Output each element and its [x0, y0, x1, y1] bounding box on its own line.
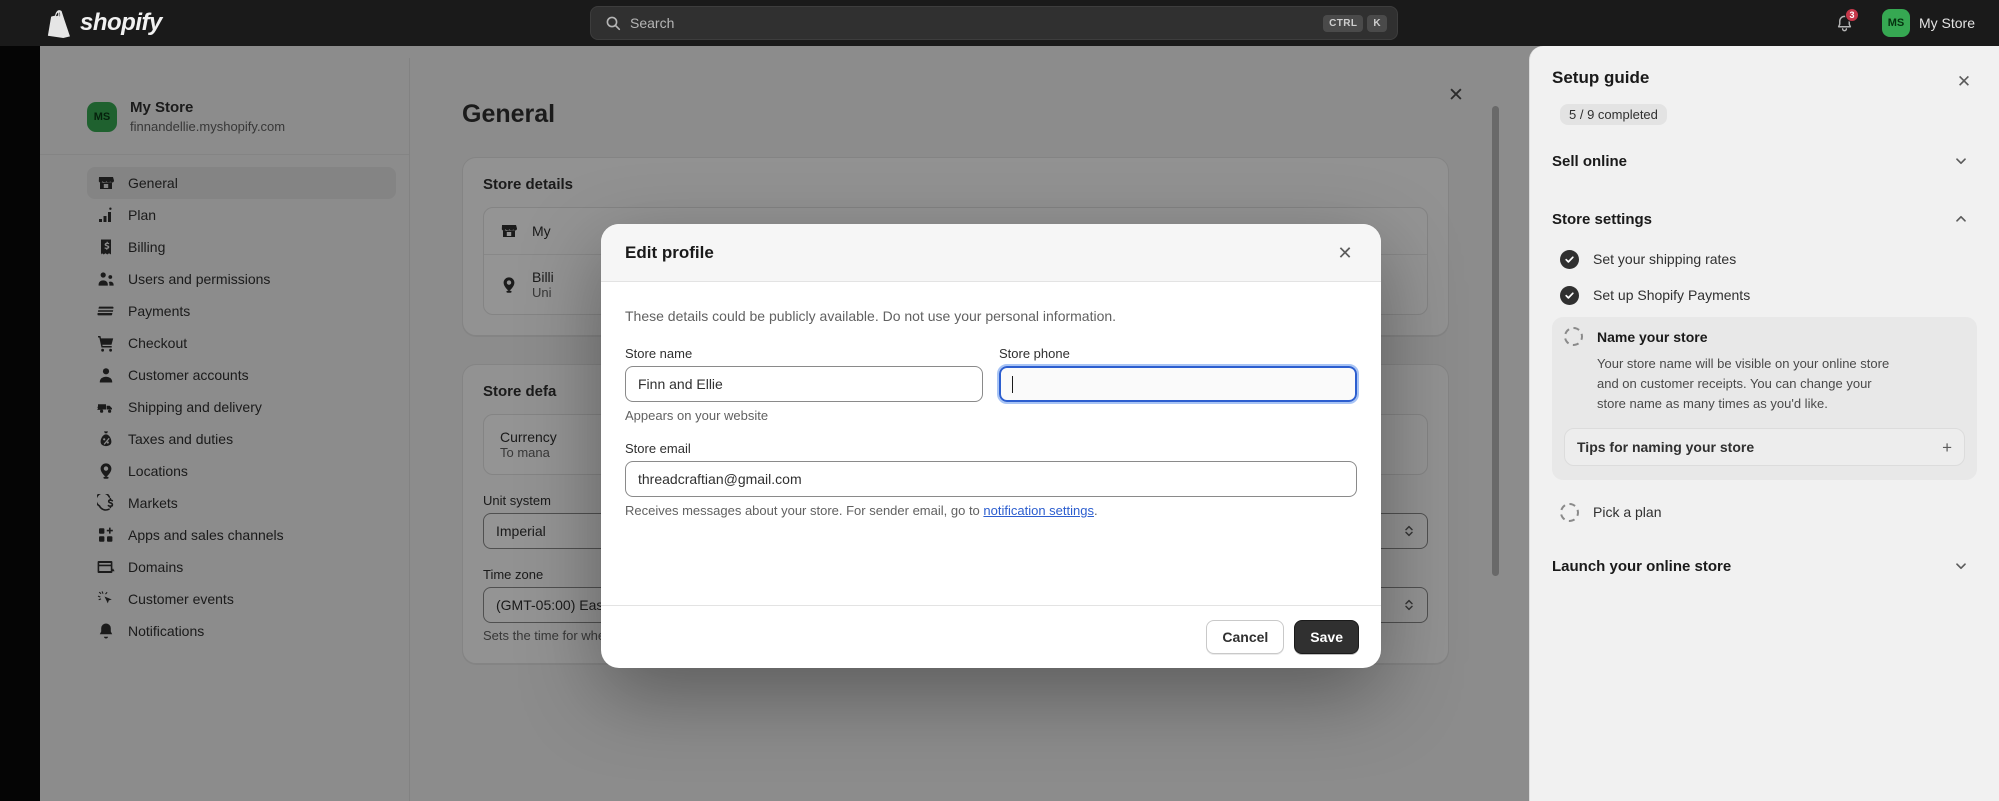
chevron-down-icon [1956, 563, 1966, 570]
store-email-label: Store email [625, 441, 691, 456]
section-label: Launch your online store [1552, 557, 1732, 575]
cancel-button[interactable]: Cancel [1206, 620, 1285, 654]
account-menu-button[interactable]: MS My Store [1874, 5, 1983, 41]
setup-guide-section-store-settings[interactable]: Store settings [1552, 197, 1977, 241]
dashed-circle-icon [1564, 327, 1583, 346]
top-navigation-bar: shopify Search CTRL K 3 MS My Store [0, 0, 1999, 46]
tips-label: Tips for naming your store [1577, 439, 1755, 456]
setup-task-shopify-payments[interactable]: Set up Shopify Payments [1552, 277, 1977, 313]
setup-guide-header: Setup guide ✕ [1552, 68, 1977, 94]
setup-guide-panel: Setup guide ✕ 5 / 9 completed Sell onlin… [1529, 46, 1999, 801]
store-name-value: Finn and Ellie [638, 376, 723, 392]
modal-body: These details could be publicly availabl… [601, 282, 1381, 605]
account-name: My Store [1918, 15, 1975, 31]
section-label: Sell online [1552, 152, 1628, 170]
check-circle-icon [1560, 249, 1579, 269]
modal-note: These details could be publicly availabl… [625, 308, 1117, 324]
search-shortcut-key: K [1367, 14, 1387, 32]
task-label: Set your shipping rates [1593, 251, 1737, 267]
plus-icon: + [1942, 437, 1952, 457]
task-label: Set up Shopify Payments [1593, 287, 1751, 303]
task-description: Your store name will be visible on your … [1597, 356, 1890, 412]
setup-guide-title: Setup guide [1552, 68, 1650, 87]
check-circle-icon [1560, 285, 1579, 305]
shopify-logo[interactable]: shopify [44, 9, 162, 38]
setup-task-name-your-store[interactable]: Name your store Your store name will be … [1552, 317, 1977, 481]
save-button[interactable]: Save [1294, 620, 1359, 654]
setup-task-pick-a-plan[interactable]: Pick a plan [1552, 494, 1977, 530]
chevron-up-icon [1956, 215, 1966, 222]
search-shortcut-ctrl: CTRL [1323, 14, 1364, 32]
avatar: MS [1881, 9, 1910, 37]
store-email-input[interactable]: threadcraftian@gmail.com [625, 461, 1357, 497]
dashed-circle-icon [1560, 502, 1579, 522]
edit-profile-modal: Edit profile ✕ These details could be pu… [601, 224, 1381, 668]
store-email-field-group: Store email threadcraftian@gmail.com Rec… [625, 441, 1357, 518]
global-search-bar[interactable]: Search CTRL K [590, 6, 1398, 40]
store-name-help: Appears on your website [625, 408, 769, 423]
modal-footer: Cancel Save [601, 605, 1381, 668]
setup-guide-close-button[interactable]: ✕ [1951, 68, 1977, 94]
search-icon [606, 16, 621, 31]
store-name-field-group: Store name Finn and Ellie Appears on you… [625, 346, 983, 423]
setup-guide-section-launch-your-online-store[interactable]: Launch your online store [1552, 544, 1977, 588]
store-name-label: Store name [625, 346, 693, 361]
chevron-down-icon [1956, 158, 1966, 165]
modal-header: Edit profile ✕ [601, 224, 1381, 282]
store-email-help-before: Receives messages about your store. For … [625, 503, 984, 518]
task-label: Name your store [1597, 328, 1708, 345]
notifications-button[interactable]: 3 [1830, 8, 1860, 38]
store-email-help-after: . [1093, 503, 1098, 518]
store-phone-label: Store phone [999, 346, 1070, 361]
text-cursor [1012, 375, 1013, 393]
shopify-wordmark: shopify [80, 9, 162, 36]
search-input[interactable]: Search [630, 15, 1319, 31]
tips-for-naming-your-store-row[interactable]: Tips for naming your store + [1564, 428, 1965, 467]
store-phone-input[interactable] [997, 364, 1359, 404]
section-label: Store settings [1552, 210, 1653, 228]
task-label: Pick a plan [1593, 504, 1662, 521]
modal-close-button[interactable]: ✕ [1331, 239, 1359, 267]
store-phone-field-group: Store phone [997, 346, 1359, 423]
store-email-value: threadcraftian@gmail.com [638, 471, 802, 487]
shopify-bag-icon [47, 9, 70, 38]
modal-title: Edit profile [625, 242, 714, 262]
store-name-input[interactable]: Finn and Ellie [625, 366, 983, 402]
notification-settings-link[interactable]: notification settings [983, 503, 1094, 518]
setup-task-shipping-rates[interactable]: Set your shipping rates [1552, 241, 1977, 277]
store-email-help: Receives messages about your store. For … [625, 503, 1357, 518]
setup-guide-section-sell-online[interactable]: Sell online [1552, 139, 1977, 183]
setup-guide-progress-badge: 5 / 9 completed [1560, 104, 1667, 125]
notification-badge: 3 [1844, 8, 1859, 22]
